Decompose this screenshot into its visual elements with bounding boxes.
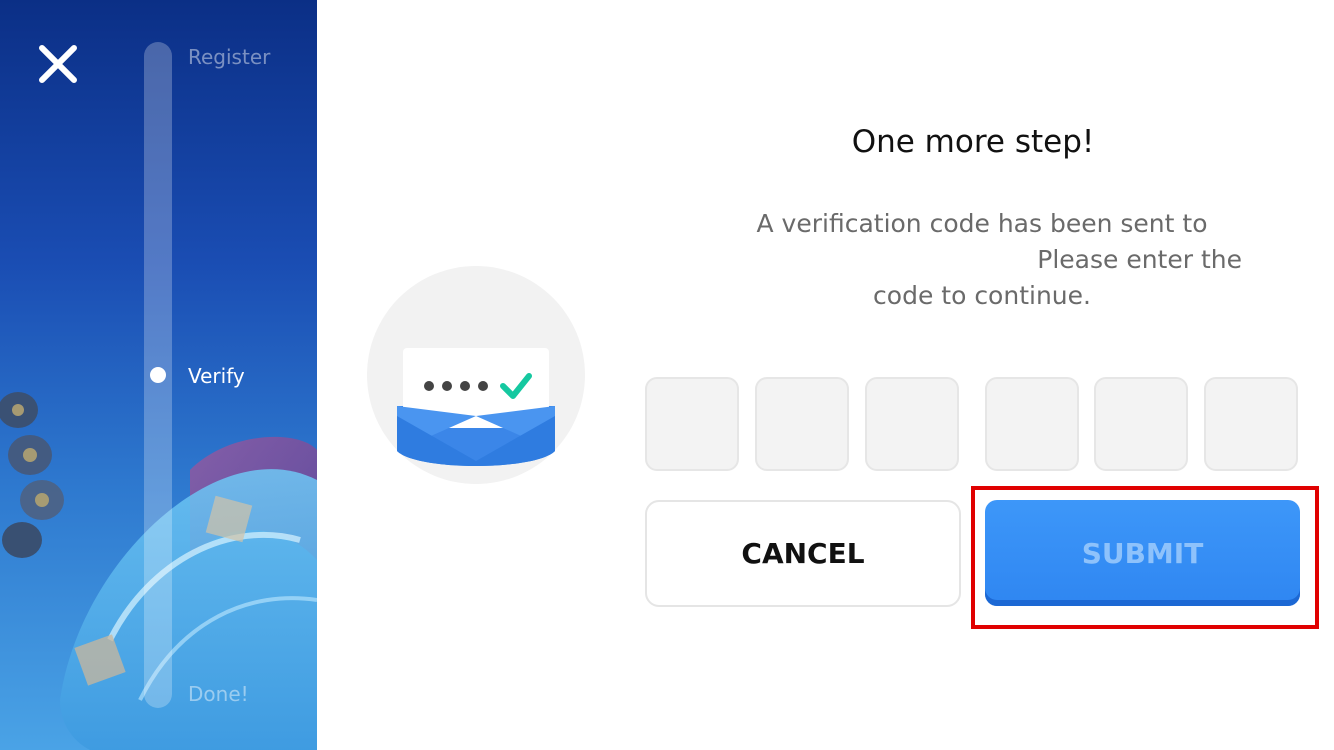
code-input-5[interactable] [1094, 377, 1188, 471]
page-title: One more step! [851, 124, 1095, 160]
envelope-verification-icon [367, 266, 585, 484]
code-input-3[interactable] [865, 377, 959, 471]
code-input-6[interactable] [1204, 377, 1298, 471]
submit-button[interactable]: SUBMIT [985, 500, 1300, 606]
step-verify-label: Verify [188, 364, 245, 388]
code-input-4[interactable] [985, 377, 1079, 471]
description-line-3: code to continue. [873, 281, 1091, 310]
progress-sidebar: Register Verify Done! [0, 0, 317, 750]
close-icon[interactable] [36, 42, 80, 86]
step-register-label: Register [188, 45, 271, 69]
code-input-2[interactable] [755, 377, 849, 471]
description-line-2: Please enter the [1037, 245, 1242, 274]
code-input-1[interactable] [645, 377, 739, 471]
description-line-1: A verification code has been sent to [756, 209, 1208, 238]
step-done-label: Done! [188, 682, 249, 706]
current-step-indicator [150, 367, 166, 383]
verification-description: A verification code has been sent to Ple… [722, 206, 1243, 314]
cancel-button[interactable]: CANCEL [645, 500, 961, 607]
